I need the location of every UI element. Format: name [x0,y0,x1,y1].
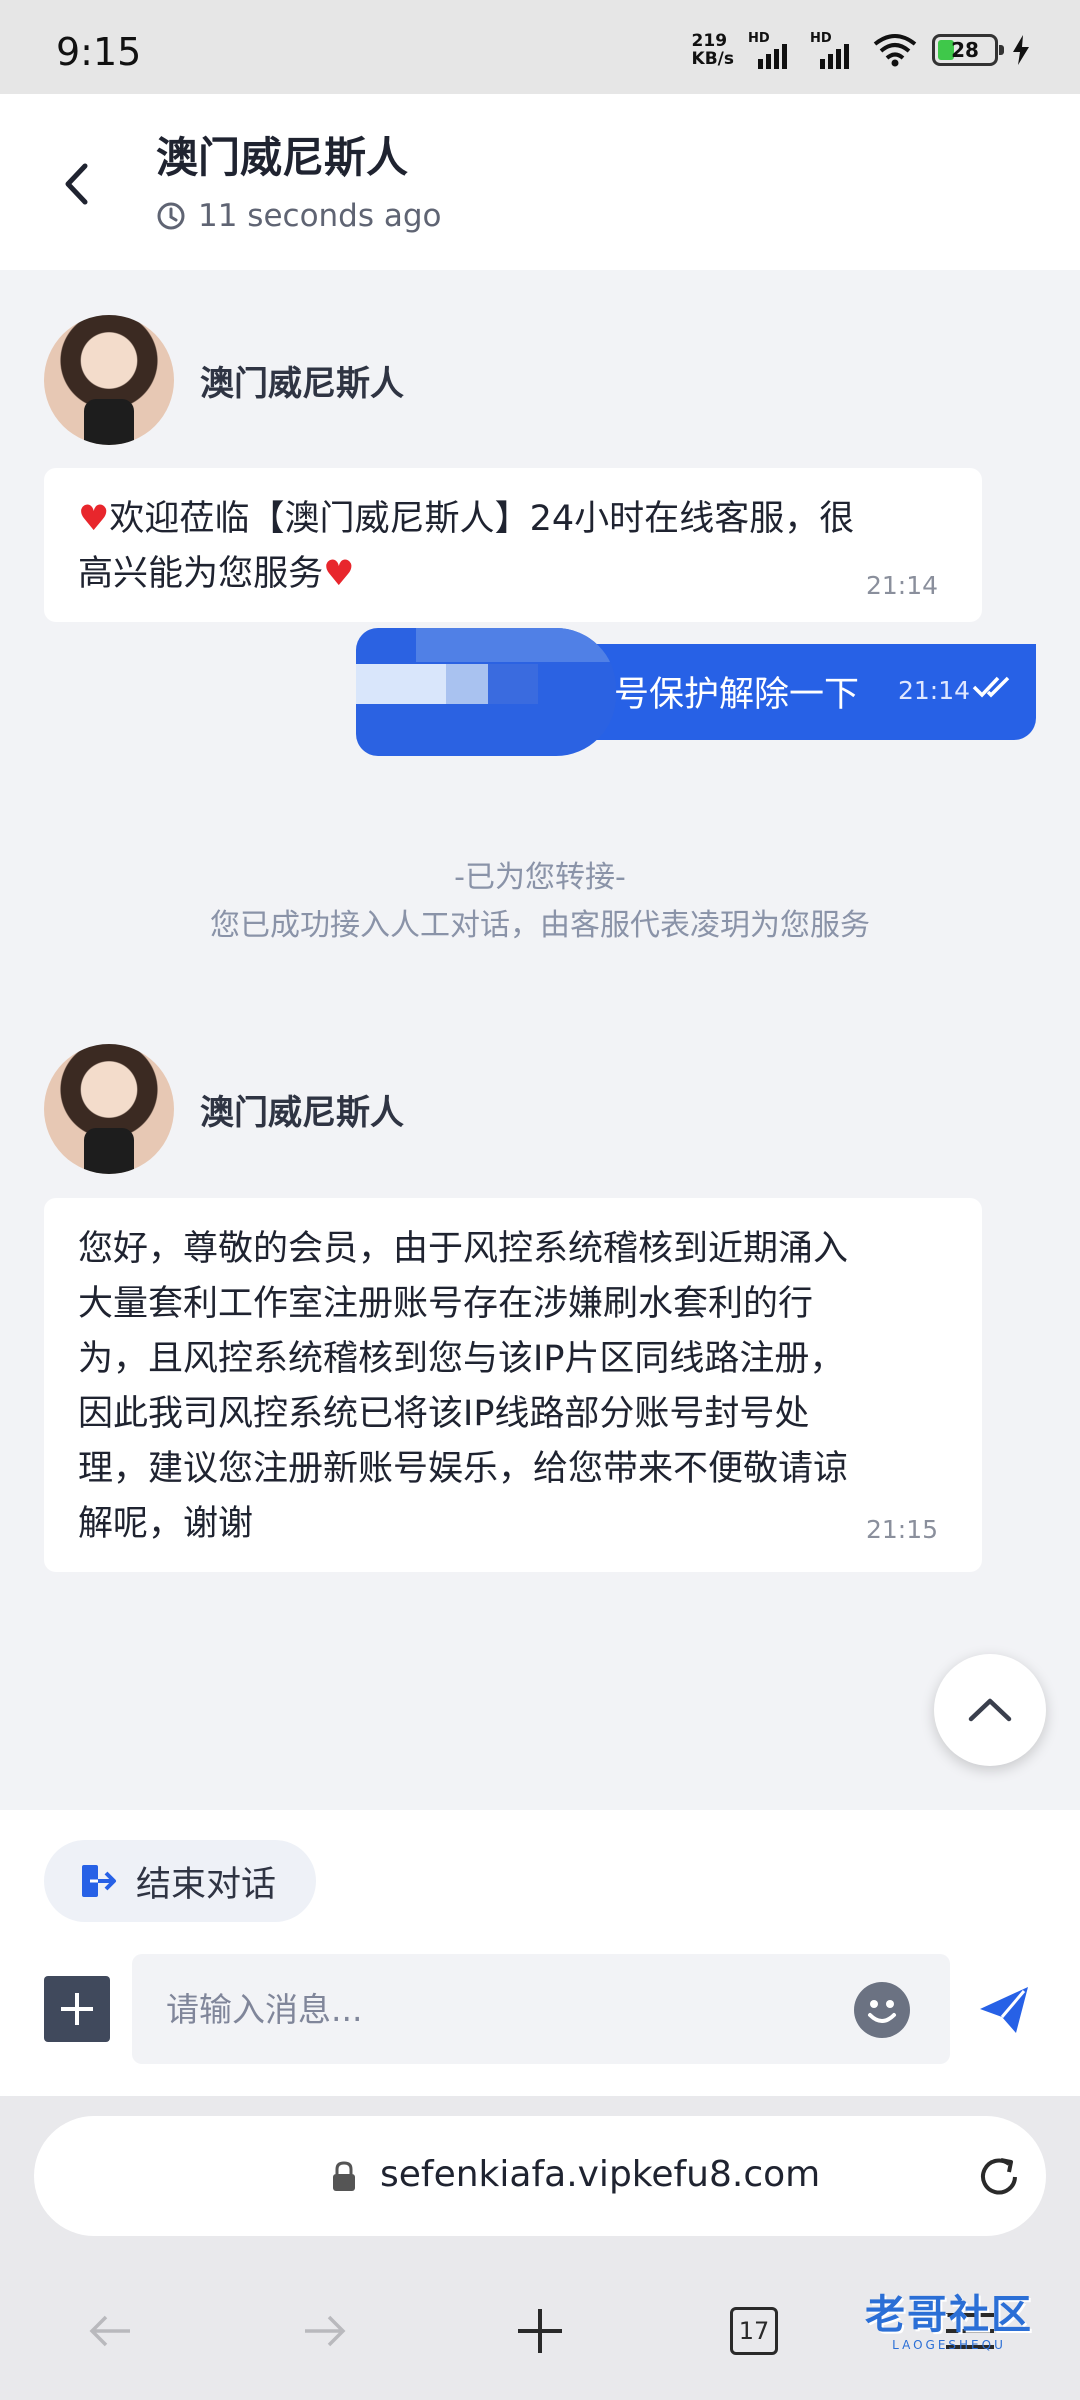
status-icons: 219 KB/s HD HD 28 [692,28,1030,72]
attach-button[interactable] [44,1976,110,2042]
battery-icon: 28 [932,34,1004,66]
agent-header-1: 澳门威尼斯人 [44,315,404,445]
scroll-top-button[interactable] [934,1654,1046,1766]
avatar[interactable] [44,1044,174,1174]
message-bubble-reply: 您好，尊敬的会员，由于风控系统稽核到近期涌入大量套利工作室注册账号存在涉嫌刷水套… [44,1198,982,1572]
end-chat-label: 结束对话 [136,1864,277,1905]
charging-icon [1013,35,1029,65]
message-time: 21:15 [865,1515,938,1544]
system-transfer-note: -已为您转接- 您已成功接入人工对话，由客服代表凌玥为您服务 [210,860,870,943]
nav-forward-button[interactable] [285,2296,365,2366]
send-button[interactable] [974,1980,1034,2040]
emoji-button[interactable] [854,1982,910,2038]
plus-icon [61,1993,93,2025]
message-time: 21:14 [865,571,938,600]
chevron-left-icon [65,163,88,205]
chat-title: 澳门威尼斯人 [156,133,409,182]
message-time: 21:14 [898,676,971,705]
message-bubble-welcome: ♥欢迎莅临【澳门威尼斯人】24小时在线客服，很高兴能为您服务♥ 21:14 [44,468,982,622]
send-icon [980,1987,1028,2033]
agent-name: 澳门威尼斯人 [200,363,404,404]
tabs-button[interactable]: 17 [714,2296,794,2366]
chevron-up-icon [968,1698,1012,1722]
browser-bar: sefenkiafa.vipkefu8.com 17 老哥社区 LAOGESHE… [0,2096,1080,2400]
arrow-right-icon [305,2315,346,2347]
url-text: sefenkiafa.vipkefu8.com [380,2154,821,2195]
exit-icon [82,1865,116,1897]
signal-icon-sim2: HD [810,31,858,69]
reload-icon [981,2158,1017,2195]
tab-count: 17 [730,2307,778,2355]
clock-icon [157,202,185,230]
nav-back-button[interactable] [70,2296,150,2366]
chat-header: 澳门威尼斯人 11 seconds ago [0,94,1080,270]
last-seen-text: 11 seconds ago [198,198,442,234]
heart-icon: ♥ [323,554,355,594]
message-input[interactable] [132,1954,950,2064]
redacted-overlay [356,628,616,756]
reload-button[interactable] [974,2152,1024,2202]
plus-icon [518,2309,562,2353]
last-seen: 11 seconds ago [156,198,442,234]
end-chat-button[interactable]: 结束对话 [44,1840,316,1922]
watermark-logo: 老哥社区 LAOGESHEQU [865,2292,1033,2352]
agent-header-2: 澳门威尼斯人 [44,1044,404,1174]
signal-icon-sim1: HD [748,31,796,69]
smiley-icon [868,2000,896,2023]
status-bar: 9:15 219 KB/s HD HD 28 [0,0,1080,94]
message-text: 号保护解除一下 [614,675,860,715]
read-receipt-icon [972,676,1010,698]
network-speed: 219 KB/s [691,31,734,69]
wifi-icon [873,34,917,67]
composer: 结束对话 [0,1810,1080,2096]
message-text: 您好，尊敬的会员，由于风控系统稽核到近期涌入大量套利工作室注册账号存在涉嫌刷水套… [78,1229,849,1544]
agent-name: 澳门威尼斯人 [200,1092,404,1133]
new-tab-button[interactable] [500,2296,580,2366]
arrow-left-icon [89,2315,130,2347]
status-time: 9:15 [56,30,142,74]
heart-icon: ♥ [78,499,110,539]
lock-icon [333,2161,355,2191]
avatar[interactable] [44,315,174,445]
address-bar[interactable]: sefenkiafa.vipkefu8.com [34,2116,1046,2236]
message-text: ♥欢迎莅临【澳门威尼斯人】24小时在线客服，很高兴能为您服务♥ [78,499,855,594]
back-button[interactable] [56,156,96,212]
